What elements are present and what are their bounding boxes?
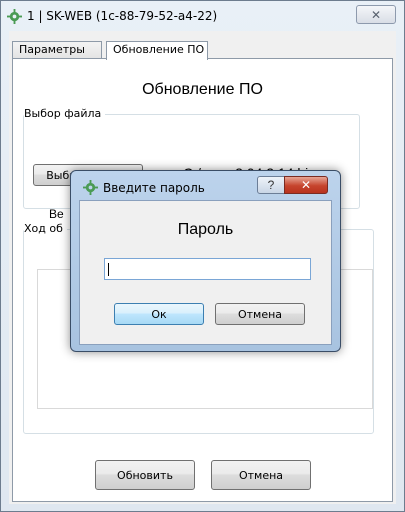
window-title: 1 | SK-WEB (1c-88-79-52-a4-22) (27, 9, 218, 23)
cancel-button[interactable]: Отмена (211, 460, 311, 490)
dialog-body: Пароль Ок Отмена (79, 200, 332, 345)
gear-icon (7, 9, 22, 24)
close-icon: ✕ (370, 7, 382, 22)
page-title: Обновление ПО (142, 81, 263, 98)
close-icon: ✕ (300, 178, 312, 192)
dialog-help-button[interactable]: ? (257, 176, 285, 194)
dialog-cancel-button[interactable]: Отмена (215, 303, 305, 325)
password-dialog: Введите пароль ? ✕ Пароль Ок Отмена (70, 170, 341, 352)
title-bar[interactable]: 1 | SK-WEB (1c-88-79-52-a4-22) ✕ (1, 1, 404, 31)
dialog-close-button[interactable]: ✕ (284, 176, 328, 194)
ok-button[interactable]: Ок (114, 303, 204, 325)
tab-parameters[interactable]: Параметры (12, 41, 102, 59)
tab-software-update[interactable]: Обновление ПО (106, 41, 208, 60)
password-input[interactable] (104, 258, 311, 280)
help-icon: ? (267, 178, 275, 192)
dialog-title: Введите пароль (103, 181, 205, 195)
update-button[interactable]: Обновить (95, 460, 195, 490)
file-group-legend: Выбор файла (24, 107, 106, 120)
version-label: Ве (49, 207, 64, 221)
dialog-heading: Пароль (177, 221, 234, 238)
window-close-button[interactable]: ✕ (356, 5, 396, 24)
gear-icon (83, 180, 98, 195)
progress-group-legend: Ход об (24, 222, 67, 235)
text-caret (108, 263, 109, 276)
